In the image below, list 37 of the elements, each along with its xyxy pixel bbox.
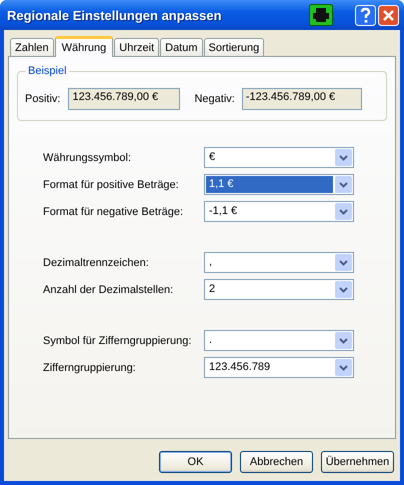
help-icon[interactable] [355, 4, 376, 26]
dropdown-value: . [208, 333, 214, 348]
setting-label: Format für negative Beträge: [43, 206, 184, 218]
dialog-button[interactable]: OK [159, 451, 232, 473]
dropdown[interactable]: € [204, 147, 354, 168]
setting-label: Format für positive Beträge: [43, 178, 180, 190]
dropdown-value: 1,1 € [206, 176, 333, 193]
group-title: Beispiel [26, 65, 69, 77]
tab[interactable]: Datum [160, 38, 203, 56]
dropdown[interactable]: . [204, 330, 354, 351]
negative-label: Negativ: [194, 93, 235, 105]
tab[interactable]: Uhrzeit [114, 38, 160, 56]
negative-example-field: -123.456.789,00 € [242, 88, 362, 110]
dropdown-value: , [208, 255, 214, 270]
dropdown-value: € [208, 150, 216, 165]
tab[interactable]: Zahlen [10, 38, 54, 56]
dialog-button[interactable]: Übernehmen [321, 451, 394, 473]
dialog-button[interactable]: Abbrechen [240, 451, 313, 473]
setting-label: Dezimaltrennzeichen: [43, 256, 150, 268]
setting-label: Zifferngruppierung: [43, 362, 137, 374]
dropdown-value: 2 [208, 282, 216, 297]
dropdown[interactable]: -1,1 € [204, 201, 354, 222]
close-icon[interactable] [378, 4, 399, 26]
window-title: Regionale Einstellungen anpassen [7, 8, 223, 22]
dropdown-value: 123.456.789 [208, 360, 272, 375]
dropdown[interactable]: , [204, 252, 354, 273]
setting-label: Währungssymbol: [43, 152, 132, 164]
setting-label: Anzahl der Dezimalstellen: [43, 284, 174, 296]
dropdown[interactable]: 123.456.789 [204, 357, 354, 378]
dropdown-value: -1,1 € [208, 204, 238, 219]
dropdown[interactable]: 2 [204, 279, 354, 300]
tab[interactable]: Währung [54, 36, 114, 57]
tab[interactable]: Sortierung [204, 38, 264, 56]
positive-example-field: 123.456.789,00 € [68, 88, 180, 110]
dropdown[interactable]: 1,1 € [204, 174, 354, 195]
positive-label: Positiv: [25, 93, 60, 105]
setting-label: Symbol für Zifferngruppierung: [43, 334, 192, 346]
